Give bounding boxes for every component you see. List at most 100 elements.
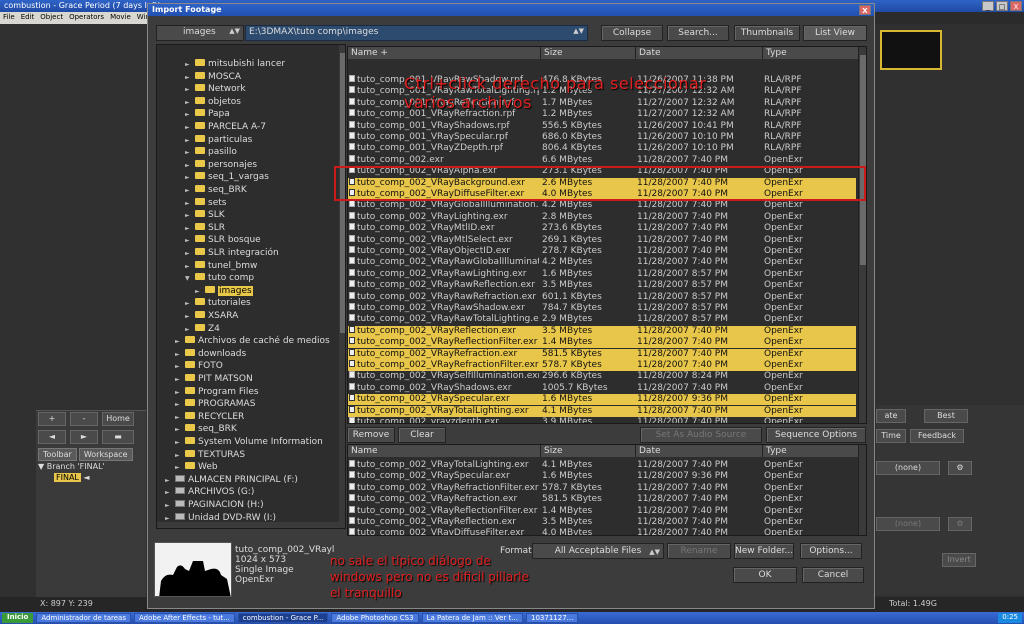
file-row[interactable]: tuto_comp_002_vrayzdepth.exr 3.9 MBytes 11… bbox=[348, 417, 856, 423]
set-audio-source-button[interactable]: Set As Audio Source bbox=[640, 427, 762, 443]
path-field[interactable]: E:\3DMAX\tuto comp\images ▲▼ bbox=[245, 25, 588, 41]
tree-item[interactable]: ► System Volume Information bbox=[175, 436, 323, 448]
menu-edit[interactable]: Edit bbox=[21, 13, 35, 23]
file-row[interactable]: tuto_comp_002_VRayReflection.exr 3.5 MByt… bbox=[348, 517, 856, 528]
tree-branch[interactable]: ▼ Branch 'FINAL' bbox=[38, 462, 105, 471]
collapsed-arrow-icon[interactable]: ► bbox=[185, 198, 195, 210]
tree-item[interactable]: ► SLR integración bbox=[185, 247, 279, 259]
file-row[interactable]: tuto_comp_002_VRayObjectID.exr 278.7 KByt… bbox=[348, 246, 856, 257]
col2-header-date[interactable]: Date bbox=[636, 445, 763, 457]
file-row[interactable]: tuto_comp_002_VRaySpecular.exr 1.6 MBytes… bbox=[348, 394, 856, 406]
selected-files-list[interactable]: Name Size Date Type tuto_comp_002_VRayTo… bbox=[347, 444, 867, 536]
tree-item[interactable]: ► MOSCA bbox=[185, 71, 241, 83]
file-row[interactable]: tuto_comp_002_VRayRawShadow.exr 784.7 KBy… bbox=[348, 303, 856, 314]
none-dropdown-1[interactable]: (none) bbox=[876, 461, 940, 475]
taskbar-item-combustion[interactable]: combustion - Grace P... bbox=[237, 613, 329, 623]
collapsed-arrow-icon[interactable]: ► bbox=[165, 475, 175, 487]
collapsed-arrow-icon[interactable]: ► bbox=[185, 59, 195, 71]
collapsed-arrow-icon[interactable]: ► bbox=[185, 97, 195, 109]
collapsed-arrow-icon[interactable]: ► bbox=[175, 387, 185, 399]
dialog-close-icon[interactable]: X bbox=[859, 5, 871, 15]
tree-item[interactable]: ► TEXTURAS bbox=[175, 449, 245, 461]
remove-button[interactable]: Remove bbox=[347, 427, 395, 443]
new-folder-button[interactable]: New Folder... bbox=[734, 543, 794, 559]
file-row[interactable]: tuto_comp_002_VRayMtlID.exr 273.6 KBytes 1… bbox=[348, 223, 856, 234]
file-row[interactable]: tuto_comp_002_VRayLighting.exr 2.8 MBytes… bbox=[348, 211, 856, 223]
col-header-size[interactable]: Size bbox=[541, 47, 636, 59]
collapsed-arrow-icon[interactable]: ► bbox=[185, 135, 195, 147]
sequence-options-button[interactable]: Sequence Options bbox=[766, 427, 866, 443]
ok-button[interactable]: OK bbox=[733, 567, 797, 583]
tree-item[interactable]: ► images bbox=[195, 285, 253, 297]
file-row[interactable]: tuto_comp_001_VRayZDepth.rpf 806.4 KBytes… bbox=[348, 143, 856, 154]
collapsed-arrow-icon[interactable]: ► bbox=[165, 487, 175, 499]
file-row[interactable]: tuto_comp_002_VRayReflectionFilter.exr 1.… bbox=[348, 505, 856, 517]
tree-item[interactable]: ► PAGINACION (H:) bbox=[165, 499, 264, 511]
collapsed-arrow-icon[interactable]: ► bbox=[185, 122, 195, 134]
options-button[interactable]: Options... bbox=[800, 543, 862, 559]
tree-scrollbar[interactable] bbox=[339, 45, 345, 528]
taskbar-item-photoshop[interactable]: Adobe Photoshop CS3 bbox=[331, 613, 419, 623]
list-view-button[interactable]: List View bbox=[803, 25, 867, 41]
gear-icon-2[interactable]: ⚙ bbox=[948, 517, 972, 531]
menu-object[interactable]: Object bbox=[40, 13, 63, 23]
col-header-date[interactable]: Date bbox=[636, 47, 763, 59]
collapsed-arrow-icon[interactable]: ► bbox=[175, 399, 185, 411]
time-button[interactable]: Time bbox=[876, 429, 906, 443]
tree-item[interactable]: ► mitsubishi lancer bbox=[185, 58, 285, 70]
file-list-scroll-thumb[interactable] bbox=[860, 55, 866, 265]
collapsed-arrow-icon[interactable]: ► bbox=[185, 84, 195, 96]
rate-button[interactable]: ate bbox=[876, 409, 906, 423]
tree-item[interactable]: ► RECYCLER bbox=[175, 411, 244, 423]
tree-item[interactable]: ► PIT MATSON bbox=[175, 373, 253, 385]
search-button[interactable]: Search... bbox=[667, 25, 729, 41]
collapsed-arrow-icon[interactable]: ► bbox=[175, 437, 185, 449]
best-dropdown[interactable]: Best bbox=[924, 409, 968, 423]
viewer-thumbnail[interactable] bbox=[880, 30, 942, 70]
start-button[interactable]: Inicio bbox=[2, 613, 34, 623]
selected-list-scrollbar[interactable] bbox=[858, 445, 866, 535]
file-row[interactable]: tuto_comp_002_VRayShadows.exr 1005.7 KByt… bbox=[348, 382, 856, 394]
collapsed-arrow-icon[interactable]: ► bbox=[185, 210, 195, 222]
collapsed-arrow-icon[interactable]: ► bbox=[185, 261, 195, 273]
file-row[interactable]: tuto_comp_002_VRayRawGlobalIllumination.… bbox=[348, 257, 856, 268]
tree-item[interactable]: ► FOTO bbox=[175, 360, 223, 372]
collapsed-arrow-icon[interactable]: ► bbox=[185, 248, 195, 260]
taskbar-item-browser[interactable]: La Patera de Jam :: Ver t... bbox=[421, 613, 524, 623]
tree-item[interactable]: ► seq_BRK bbox=[185, 184, 247, 196]
tree-item[interactable]: ► Program Files bbox=[175, 386, 259, 398]
clear-button[interactable]: Clear bbox=[398, 427, 446, 443]
invert-button[interactable]: Invert bbox=[942, 553, 976, 567]
gear-icon[interactable]: ⚙ bbox=[948, 461, 972, 475]
collapse-button[interactable]: Collapse bbox=[601, 25, 663, 41]
close-button[interactable]: X bbox=[1010, 1, 1022, 11]
maximize-button[interactable]: □ bbox=[996, 1, 1008, 11]
bg-plus-button[interactable]: + bbox=[38, 412, 66, 426]
taskbar-item-task-manager[interactable]: Administrador de tareas bbox=[36, 613, 131, 623]
tree-item[interactable]: ► tunel_bmw bbox=[185, 260, 257, 272]
taskbar-item-after-effects[interactable]: Adobe After Effects - tut... bbox=[133, 613, 235, 623]
feedback-checkbox[interactable]: Feedback bbox=[910, 429, 964, 443]
file-row[interactable]: tuto_comp_002_VRayDiffuseFilter.exr 4.0 M… bbox=[348, 528, 856, 535]
file-row[interactable]: tuto_comp_002_VRaySpecular.exr 1.6 MBytes… bbox=[348, 471, 856, 482]
taskbar-item-other[interactable]: 10371127... bbox=[526, 613, 579, 623]
collapsed-arrow-icon[interactable]: ► bbox=[185, 185, 195, 197]
bg-minus-button[interactable]: - bbox=[70, 412, 98, 426]
file-row[interactable]: tuto_comp_001_VRaySpecular.rpf 686.0 KByt… bbox=[348, 132, 856, 143]
tree-item[interactable]: ► PARCELA A-7 bbox=[185, 121, 266, 133]
collapsed-arrow-icon[interactable]: ► bbox=[175, 412, 185, 424]
file-row[interactable]: tuto_comp_002_VRayRawRefraction.exr 601.1… bbox=[348, 291, 856, 303]
collapsed-arrow-icon[interactable]: ► bbox=[185, 72, 195, 84]
file-row[interactable]: tuto_comp_002_VRayRawTotalLighting.exr 2.… bbox=[348, 314, 856, 325]
tree-item[interactable]: ► Web bbox=[175, 461, 218, 473]
collapsed-arrow-icon[interactable]: ► bbox=[185, 172, 195, 184]
file-row[interactable]: tuto_comp_002_VRayRefraction.exr 581.5 KB… bbox=[348, 348, 856, 360]
collapsed-arrow-icon[interactable]: ► bbox=[185, 147, 195, 159]
collapsed-arrow-icon[interactable]: ► bbox=[175, 450, 185, 462]
collapsed-arrow-icon[interactable]: ► bbox=[185, 298, 195, 310]
collapsed-arrow-icon[interactable]: ► bbox=[185, 160, 195, 172]
file-row[interactable]: tuto_comp_002.exr 6.6 MBytes 11/28/2007 7:… bbox=[348, 154, 856, 166]
back-arrow-icon[interactable]: ◄ bbox=[38, 430, 66, 444]
minimize-button[interactable]: _ bbox=[982, 1, 994, 11]
file-row[interactable]: tuto_comp_002_VRayGlobalIllumination.exr… bbox=[348, 200, 856, 211]
